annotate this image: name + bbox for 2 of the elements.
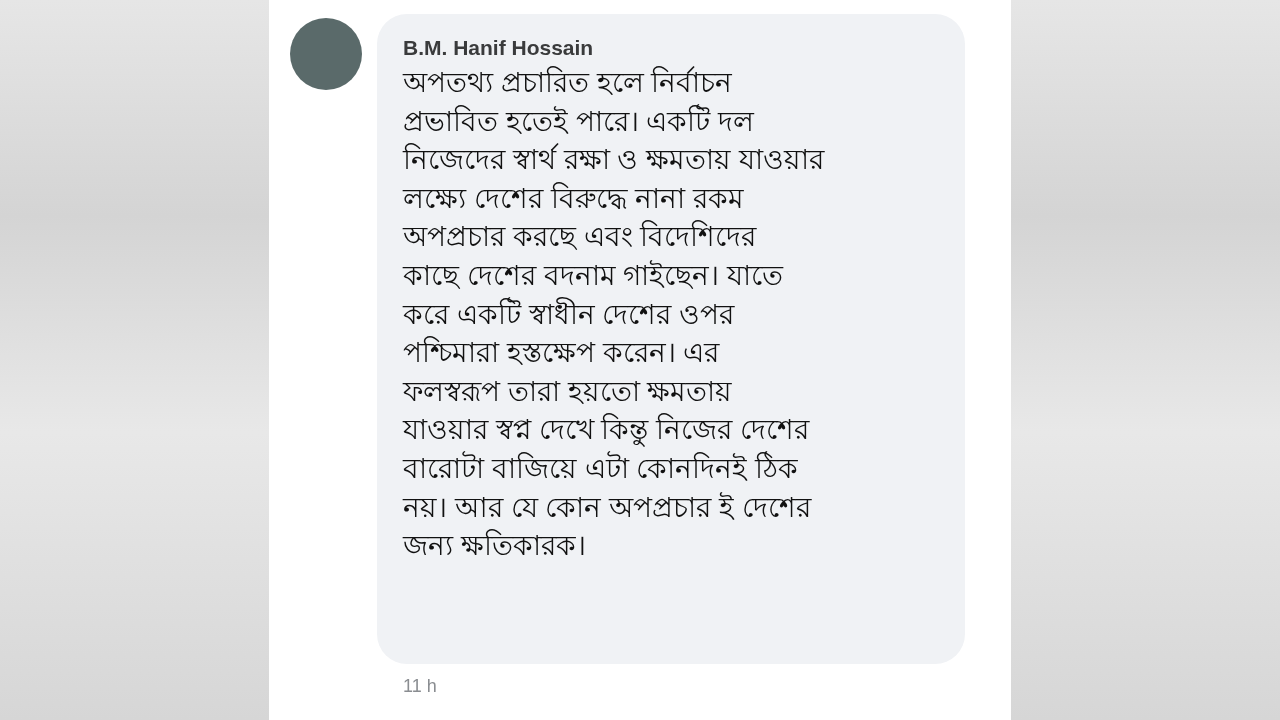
comment-text: অপতথ্য প্রচারিত হলে নির্বাচন প্রভাবিত হতেই পারে। একটি দল নিজেদের স্বার্থ রক্ষা ও ক্ষমতায় যাওয়ার লক্ষ্যে দেশের বিরুদ্ধে নানা রকম অপপ্রচার করছে এবং বিদেশিদের কাছে দেশের বদনাম গাইছেন। যাতে করে একটি স্বাধীন দেশের ওপর পশ্চিমারা হস্তক্ষেপ করেন। এর ফলস্বরূপ তারা হয়তো ক্ষমতায় যাওয়ার স্বপ্ন দেখে কিন্তু নিজের দেশের বারোটা বাজিয়ে এটা কোনদিনই ঠিক নয়। আর যে কোন অপপ্রচার ই দেশের জন্য ক্ষতিকারক। [403, 65, 826, 564]
author-name[interactable]: B.M. Hanif Hossain [403, 36, 945, 60]
